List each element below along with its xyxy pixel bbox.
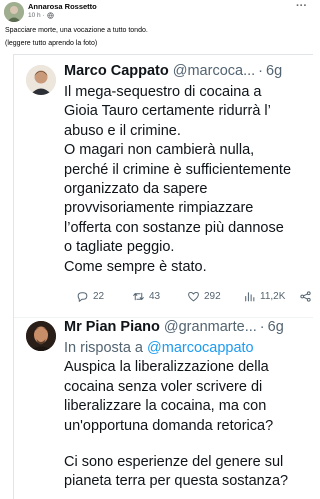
tweet-actions: 22 43 292 11,2K [64,287,313,305]
tweet-time: 6g [267,319,284,335]
tweet-text-line: organizzato da sapere [64,181,208,198]
tweet-text-line: l’offerta con sostanze più dannose [64,219,284,236]
tweet-text-line: Il mega-sequestro di cocaina a [64,84,262,100]
tweet-author-handle: @granmarte... [163,319,257,335]
tweet-screenshot-image[interactable]: Marco Cappato @marcoca... · 6g Il mega-s… [13,54,313,499]
author-avatar-image [4,2,24,22]
tweet-text-line: pianeta terra per questa sostanza? [64,473,289,490]
reply-prefix: In risposta a [64,340,148,356]
post-time[interactable]: 10 h [28,12,41,19]
tweet-text-line: Come sempre è stato. [64,258,207,275]
tweet-text-line: un'opportuna domanda retorica? [64,417,274,434]
tweet-avatar [26,65,56,95]
retweet-icon [133,292,144,300]
tweet-avatar [26,321,56,351]
tweet-reply: Mr Pian Piano @granmarte... · 6g In risp… [14,315,313,499]
tweet-text-line: cocaina senza voler scrivere di [64,378,263,395]
avatar-image [26,65,56,95]
share-icon [300,290,311,302]
heart-icon [188,291,199,301]
tweet-text-line: provvisoriamente rimpiazzare [64,200,254,217]
tweet-text-line: Auspica la liberalizzazione della [64,359,269,376]
avatar-image [26,321,56,351]
post-meta: 10 h · [28,12,54,19]
tweet-header: Mr Pian Piano @granmarte... · 6g [64,319,312,337]
share-action [299,287,312,305]
like-count: 292 [187,287,221,305]
tweet-author-name: Marco Cappato [64,63,169,79]
tweet-text-line: liberalizzare la cocaina, ma con [64,398,267,415]
views-chart-icon [245,291,255,301]
post-text-line-2: (leggere tutto aprendo la foto) [5,40,98,47]
retweet-count: 43 [132,287,160,305]
tweet-text-line: Ci sono esperienze del genere sul [64,454,284,471]
view-count-value: 11,2K [260,290,286,302]
tweet-text-line: O magari non cambierà nulla, [64,142,255,159]
reply-icon [77,291,88,302]
tweet-text-line: perché il crimine è sufficientemente [64,161,292,178]
tweet-header: Marco Cappato @marcoca... · 6g [64,63,312,81]
globe-icon[interactable] [47,12,54,19]
tweet-dot: · [258,63,263,79]
tweet-text-line: Gioia Tauro certamente ridurrà l’ [64,103,271,120]
tweet-text: Il mega-sequestro di cocaina a Gioia Tau… [64,83,309,277]
reply-mention-link: @marcocappato [147,340,254,356]
more-options-button[interactable]: ··· [296,1,307,12]
tweet-text-line: o tagliate peggio. [64,239,175,256]
author-name[interactable]: Annarosa Rossetto [28,2,97,11]
post-header: Annarosa Rossetto 10 h · ··· [0,0,313,24]
view-count: 11,2K [243,287,285,305]
tweet-dot: · [259,319,265,335]
tweet-author-handle: @marcoca... [172,63,256,79]
author-avatar[interactable] [4,2,24,22]
reply-count: 22 [76,287,104,305]
reply-context: In risposta a @marcocappato [64,339,309,358]
tweet-author-name: Mr Pian Piano [64,319,160,335]
like-count-value: 292 [204,290,221,302]
tweet-text: In risposta a @marcocappato Auspica la l… [64,339,309,492]
meta-separator: · [42,12,45,19]
reply-count-value: 22 [93,290,105,302]
post-text-line-1: Spacciare morte, una vocazione a tutto t… [5,27,148,34]
tweet-time: 6g [266,63,283,79]
retweet-count-value: 43 [149,290,161,302]
tweet: Marco Cappato @marcoca... · 6g Il mega-s… [14,61,313,318]
tweet-text-line: abuso e il crimine. [64,122,181,139]
